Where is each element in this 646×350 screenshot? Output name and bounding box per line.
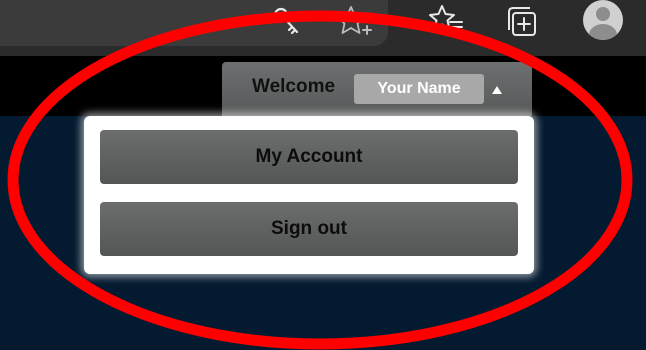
user-name-badge: Your Name [354, 74, 484, 104]
welcome-label: Welcome [252, 76, 336, 97]
key-icon[interactable] [268, 2, 308, 42]
profile-avatar-icon[interactable] [583, 0, 623, 40]
favorite-star-add-icon[interactable] [334, 2, 374, 42]
user-dropdown-menu: My Account Sign out [84, 116, 534, 274]
avatar-head [596, 7, 610, 21]
avatar-shoulders [589, 24, 617, 40]
collections-icon[interactable] [504, 2, 544, 42]
caret-up-icon[interactable] [492, 86, 502, 94]
sign-out-button[interactable]: Sign out [100, 202, 518, 256]
browser-toolbar [0, 0, 646, 56]
address-bar[interactable] [0, 0, 388, 46]
user-menu-toggle[interactable]: Welcome Your Name [222, 62, 532, 116]
my-account-button[interactable]: My Account [100, 130, 518, 184]
favorites-icon[interactable] [428, 2, 468, 42]
